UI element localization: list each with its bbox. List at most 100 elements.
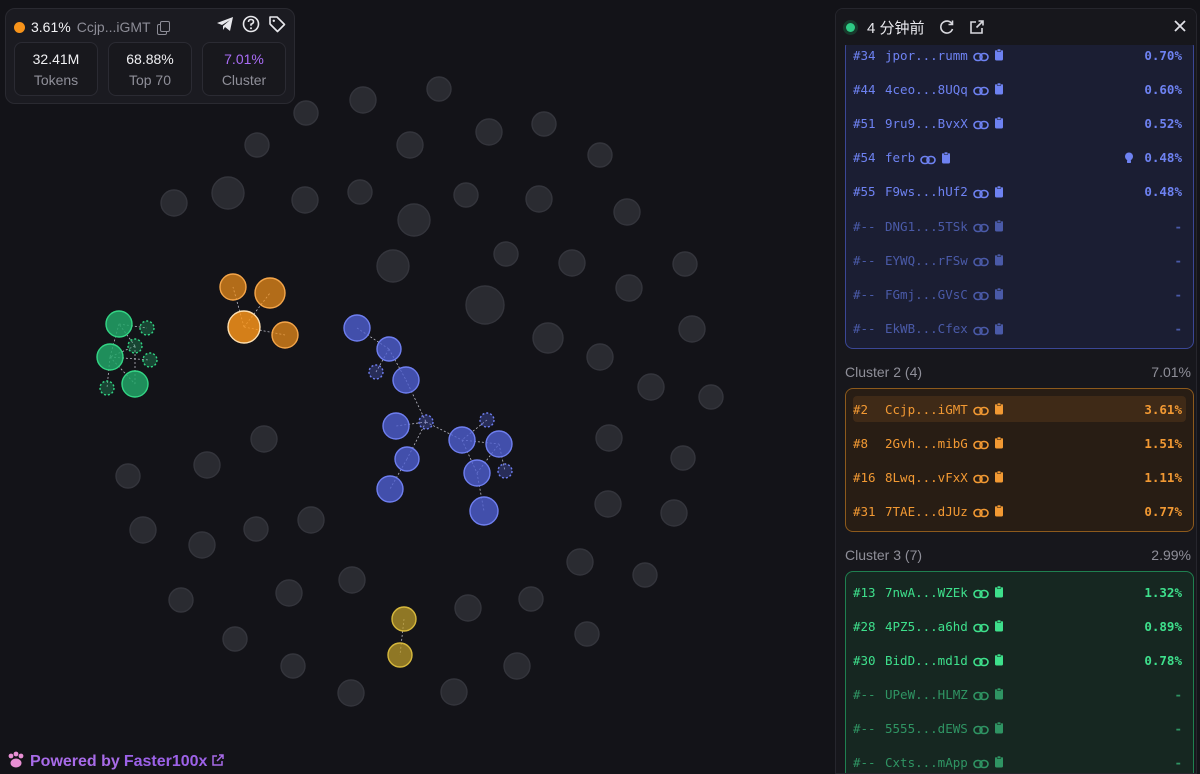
holder-bubble[interactable] [475, 118, 503, 146]
clipboard-icon[interactable] [994, 470, 1004, 483]
cluster-1-bubble[interactable] [376, 336, 402, 362]
clipboard-icon[interactable] [994, 253, 1004, 266]
copy-icon[interactable] [156, 20, 170, 35]
holder-bubble[interactable] [660, 499, 688, 527]
holder-bubble[interactable] [454, 594, 482, 622]
clipboard-icon[interactable] [994, 436, 1004, 449]
clipboard-icon[interactable] [994, 721, 1004, 734]
holder-bubble[interactable] [193, 451, 221, 479]
holder-bubble[interactable] [574, 621, 600, 647]
cluster-1-bubble[interactable] [368, 364, 384, 380]
holder-row[interactable]: #54 ferb 0.48% [853, 145, 1186, 171]
holder-bubble[interactable] [698, 384, 724, 410]
cluster-1-bubble[interactable] [394, 446, 420, 472]
holder-address[interactable]: 2Gvh...mibG [885, 436, 968, 451]
clipboard-icon[interactable] [994, 185, 1004, 198]
holder-bubble[interactable] [613, 198, 641, 226]
clipboard-icon[interactable] [941, 151, 951, 164]
holder-address[interactable]: FGmj...GVsC [885, 287, 968, 302]
holder-bubble[interactable] [243, 516, 269, 542]
link-icon[interactable] [972, 50, 989, 62]
holder-row[interactable]: #13 7nwA...WZEk 1.32% [853, 579, 1186, 605]
external-link-icon[interactable] [211, 753, 225, 772]
holder-address[interactable]: 7nwA...WZEk [885, 585, 968, 600]
help-icon[interactable] [242, 15, 260, 33]
holder-bubble[interactable] [293, 100, 319, 126]
link-icon[interactable] [972, 587, 989, 599]
link-icon[interactable] [972, 289, 989, 301]
holder-bubble[interactable] [250, 425, 278, 453]
powered-by-link[interactable]: Powered by Faster100x [6, 751, 225, 772]
holder-address[interactable]: 7TAE...dJUz [885, 504, 968, 519]
refresh-icon[interactable] [939, 19, 955, 35]
holder-address[interactable]: 8Lwq...vFxX [885, 470, 968, 485]
holder-address[interactable]: ferb [885, 150, 915, 165]
holder-bubble[interactable] [440, 678, 468, 706]
holder-bubble[interactable] [211, 176, 245, 210]
holder-row[interactable]: #-- EYWQ...rFSw - [853, 247, 1186, 273]
clipboard-icon[interactable] [994, 288, 1004, 300]
holder-bubble[interactable] [397, 203, 431, 237]
holder-bubble[interactable] [595, 424, 623, 452]
powered-by-brand[interactable]: Faster100x [124, 753, 208, 771]
clipboard-icon[interactable] [994, 82, 1004, 95]
cluster-2-bubble[interactable] [271, 321, 299, 349]
link-icon[interactable] [972, 689, 989, 701]
cluster-1-bubble[interactable] [497, 463, 513, 479]
holder-bubble[interactable] [376, 249, 410, 283]
holder-bubble[interactable] [615, 274, 643, 302]
link-icon[interactable] [972, 723, 989, 735]
holder-address[interactable]: 9ru9...BvxX [885, 116, 968, 131]
clipboard-icon[interactable] [994, 585, 1004, 598]
holder-bubble[interactable] [426, 76, 452, 102]
cluster-2-bubble[interactable] [219, 273, 247, 301]
holder-row[interactable]: #31 7TAE...dJUz 0.77% [853, 498, 1186, 524]
holder-bubble[interactable] [396, 131, 424, 159]
cluster-4-bubble[interactable] [391, 606, 417, 632]
holder-row[interactable]: #55 F9ws...hUf2 0.48% [853, 179, 1186, 205]
holder-bubble[interactable] [518, 586, 544, 612]
cluster-3-bubble[interactable] [121, 370, 149, 398]
cluster-1-bubble[interactable] [382, 412, 410, 440]
holder-row[interactable]: #-- DNG1...5TSk - [853, 213, 1186, 239]
holder-row[interactable]: #-- UPeW...HLMZ - [853, 681, 1186, 707]
link-icon[interactable] [972, 757, 989, 769]
holder-address[interactable]: BidD...md1d [885, 653, 968, 668]
holder-address[interactable]: F9ws...hUf2 [885, 184, 968, 199]
holder-bubble[interactable] [337, 679, 365, 707]
holder-bubble[interactable] [465, 285, 505, 325]
cluster-1-bubble[interactable] [485, 430, 513, 458]
cluster-1-bubble[interactable] [376, 475, 404, 503]
open-external-icon[interactable] [969, 19, 985, 35]
holder-bubble[interactable] [637, 373, 665, 401]
holder-bubble[interactable] [349, 86, 377, 114]
holder-bubble[interactable] [532, 322, 564, 354]
cluster-1-bubble[interactable] [343, 314, 371, 342]
cluster-1-bubble[interactable] [392, 366, 420, 394]
cluster-3-bubble[interactable] [139, 320, 155, 336]
tag-icon[interactable] [268, 15, 286, 33]
holder-address[interactable]: 4ceo...8UQq [885, 82, 968, 97]
cluster-3-bubble[interactable] [99, 380, 115, 396]
holder-row[interactable]: #16 8Lwq...vFxX 1.11% [853, 464, 1186, 490]
link-icon[interactable] [972, 506, 989, 518]
clipboard-icon[interactable] [994, 402, 1004, 415]
cluster-2-header[interactable]: Cluster 2 (4) 7.01% [845, 362, 1191, 382]
cluster-3-bubble[interactable] [127, 338, 143, 354]
holder-address[interactable]: EYWQ...rFSw [885, 253, 968, 268]
holder-bubble[interactable] [338, 566, 366, 594]
holder-row[interactable]: #-- FGmj...GVsC - [853, 281, 1186, 307]
holder-bubble[interactable] [280, 653, 306, 679]
cluster-3-header[interactable]: Cluster 3 (7) 2.99% [845, 545, 1191, 565]
clipboard-icon[interactable] [994, 755, 1004, 768]
holder-row[interactable]: #28 4PZ5...a6hd 0.89% [853, 613, 1186, 639]
link-icon[interactable] [972, 655, 989, 667]
holder-bubble[interactable] [297, 506, 325, 534]
clipboard-icon[interactable] [994, 619, 1004, 632]
clipboard-icon[interactable] [994, 219, 1004, 232]
holder-bubble[interactable] [531, 111, 557, 137]
link-icon[interactable] [972, 221, 989, 233]
holder-address[interactable]: 5555...dEWS [885, 721, 968, 736]
holder-bubble[interactable] [503, 652, 531, 680]
holder-bubble[interactable] [566, 548, 594, 576]
